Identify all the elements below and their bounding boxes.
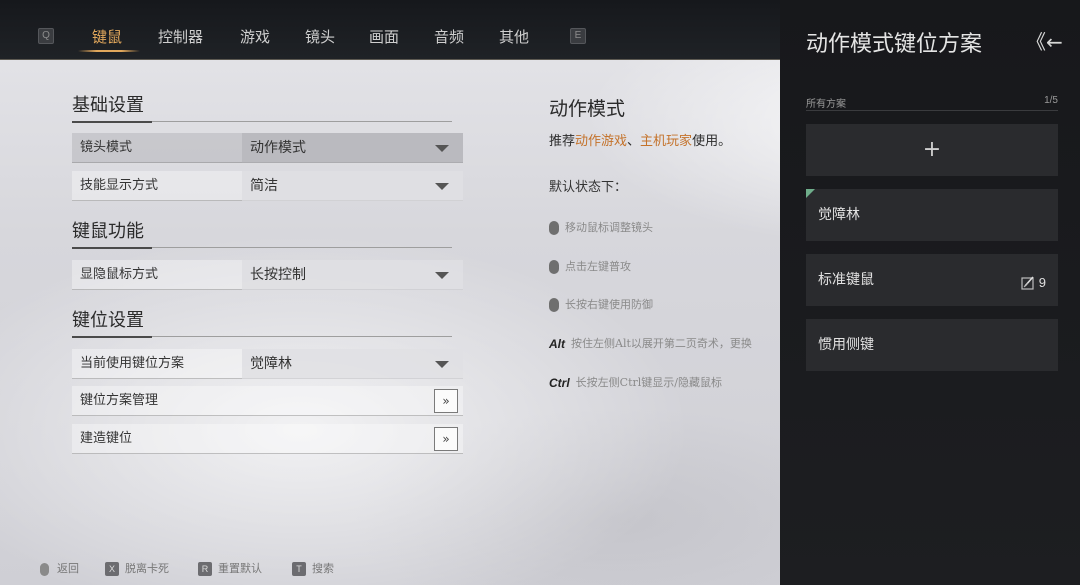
section-title: 基础设置 bbox=[72, 95, 144, 116]
top-nav-bar: Q 键鼠 控制器 游戏 镜头 画面 音频 其他 E bbox=[0, 0, 780, 60]
edit-count: 9 bbox=[1038, 275, 1046, 290]
setting-row-current-scheme: 当前使用键位方案 觉障林 bbox=[72, 349, 463, 379]
prev-tab-key[interactable]: Q bbox=[38, 28, 54, 44]
scheme-name: 觉障林 bbox=[818, 207, 860, 223]
chevron-down-icon bbox=[435, 145, 449, 152]
control-text: 移动鼠标调整镜头 bbox=[565, 221, 653, 234]
section-title: 键鼠功能 bbox=[72, 221, 144, 242]
tab-graphics[interactable]: 画面 bbox=[369, 26, 399, 48]
all-schemes-header: 所有方案 1/5 bbox=[806, 95, 1058, 111]
dropdown-value: 觉障林 bbox=[250, 356, 292, 372]
control-text: 按住左侧Alt以展开第二页奇术，更换 bbox=[571, 337, 752, 350]
control-text: 点击左键普攻 bbox=[565, 260, 631, 273]
setting-row-build-keys[interactable]: 建造键位 » bbox=[72, 424, 463, 454]
text: 、 bbox=[627, 134, 641, 149]
setting-label: 显隐鼠标方式 bbox=[80, 267, 159, 282]
setting-label: 技能显示方式 bbox=[80, 178, 159, 193]
dropdown-value: 动作模式 bbox=[250, 140, 306, 156]
mouse-right-icon bbox=[549, 298, 559, 312]
active-tag-icon bbox=[806, 189, 815, 198]
dropdown-value: 长按控制 bbox=[250, 267, 306, 283]
scheme-count: 1/5 bbox=[1044, 95, 1058, 106]
scheme-name: 惯用侧键 bbox=[818, 337, 874, 353]
hint-label: 返回 bbox=[57, 562, 79, 575]
x-key-icon: X bbox=[105, 562, 119, 576]
chevron-down-icon bbox=[435, 361, 449, 368]
hint-label: 脱离卡死 bbox=[125, 562, 169, 575]
tab-keyboard-mouse[interactable]: 键鼠 bbox=[92, 26, 122, 48]
add-scheme-button[interactable]: + bbox=[806, 124, 1058, 176]
section-keymap-settings: 键位设置 bbox=[72, 309, 452, 338]
control-hint: Alt 按住左侧Alt以展开第二页奇术，更换 bbox=[549, 335, 752, 353]
setting-row-cursor-toggle: 显隐鼠标方式 长按控制 bbox=[72, 260, 463, 290]
edit-pen-icon bbox=[1021, 275, 1034, 290]
description-recommendation: 推荐动作游戏、主机玩家使用。 bbox=[549, 130, 731, 149]
setting-label: 建造键位 bbox=[80, 431, 133, 446]
control-text: 长按右键使用防御 bbox=[565, 298, 653, 311]
edit-badge: 9 bbox=[1021, 272, 1046, 290]
skill-display-dropdown[interactable]: 简洁 bbox=[242, 171, 463, 201]
plus-icon: + bbox=[922, 137, 942, 162]
hint-label: 重置默认 bbox=[218, 562, 262, 575]
scheme-panel: 动作模式键位方案 《← 所有方案 1/5 + 觉障林 标准键鼠 9 惯用侧键 bbox=[780, 0, 1080, 585]
hint-search[interactable]: T 搜索 bbox=[292, 561, 334, 577]
hint-label: 搜索 bbox=[312, 562, 334, 575]
control-hint: 点击左键普攻 bbox=[549, 258, 631, 276]
open-build-keys-button[interactable]: » bbox=[434, 427, 458, 451]
scheme-name: 标准键鼠 bbox=[818, 272, 874, 288]
section-title: 键位设置 bbox=[72, 310, 144, 331]
t-key-icon: T bbox=[292, 562, 306, 576]
tab-controller[interactable]: 控制器 bbox=[158, 26, 203, 48]
active-tab-indicator bbox=[78, 50, 140, 52]
tab-game[interactable]: 游戏 bbox=[240, 26, 270, 48]
mouse-right-icon bbox=[40, 562, 49, 576]
setting-row-skill-display: 技能显示方式 简洁 bbox=[72, 171, 463, 201]
section-basic-settings: 基础设置 bbox=[72, 94, 452, 123]
tab-camera[interactable]: 镜头 bbox=[305, 26, 335, 48]
chevron-down-icon bbox=[435, 183, 449, 190]
scheme-panel-title: 动作模式键位方案 bbox=[806, 32, 983, 57]
control-hint: 移动鼠标调整镜头 bbox=[549, 219, 653, 237]
camera-mode-dropdown[interactable]: 动作模式 bbox=[242, 133, 463, 163]
text: 使用。 bbox=[692, 134, 732, 149]
setting-label: 当前使用键位方案 bbox=[80, 356, 185, 371]
cursor-toggle-dropdown[interactable]: 长按控制 bbox=[242, 260, 463, 290]
setting-label: 键位方案管理 bbox=[80, 393, 159, 408]
all-schemes-label: 所有方案 bbox=[806, 99, 846, 110]
section-mouse-functions: 键鼠功能 bbox=[72, 220, 452, 249]
alt-key-icon: Alt bbox=[549, 337, 565, 351]
default-state-label: 默认状态下： bbox=[549, 180, 628, 195]
text: 推荐 bbox=[549, 134, 576, 149]
hint-reset-default[interactable]: R 重置默认 bbox=[198, 561, 262, 577]
setting-label: 镜头模式 bbox=[80, 140, 133, 155]
mouse-move-icon bbox=[549, 221, 559, 235]
setting-row-scheme-management[interactable]: 键位方案管理 » bbox=[72, 386, 463, 416]
r-key-icon: R bbox=[198, 562, 212, 576]
open-scheme-management-button[interactable]: » bbox=[434, 389, 458, 413]
current-scheme-dropdown[interactable]: 觉障林 bbox=[242, 349, 463, 379]
hint-back[interactable]: 返回 bbox=[40, 561, 79, 577]
highlight-action-games: 动作游戏 bbox=[575, 134, 628, 149]
description-title: 动作模式 bbox=[549, 98, 626, 120]
highlight-console-players: 主机玩家 bbox=[640, 134, 693, 149]
mouse-left-icon bbox=[549, 260, 559, 274]
tab-audio[interactable]: 音频 bbox=[434, 26, 464, 48]
setting-row-camera-mode: 镜头模式 动作模式 bbox=[72, 133, 463, 163]
scheme-item[interactable]: 惯用侧键 bbox=[806, 319, 1058, 371]
tab-other[interactable]: 其他 bbox=[499, 26, 529, 48]
control-hint: 长按右键使用防御 bbox=[549, 296, 653, 314]
control-text: 长按左侧Ctrl键显示/隐藏鼠标 bbox=[575, 376, 722, 389]
ctrl-key-icon: Ctrl bbox=[549, 376, 570, 390]
hint-unstuck[interactable]: X 脱离卡死 bbox=[105, 561, 169, 577]
dropdown-value: 简洁 bbox=[250, 178, 278, 194]
chevron-down-icon bbox=[435, 272, 449, 279]
control-hint: Ctrl 长按左侧Ctrl键显示/隐藏鼠标 bbox=[549, 374, 722, 392]
scheme-item[interactable]: 觉障林 bbox=[806, 189, 1058, 241]
collapse-back-icon[interactable]: 《← bbox=[1026, 26, 1063, 55]
next-tab-key[interactable]: E bbox=[570, 28, 586, 44]
scheme-item[interactable]: 标准键鼠 9 bbox=[806, 254, 1058, 306]
